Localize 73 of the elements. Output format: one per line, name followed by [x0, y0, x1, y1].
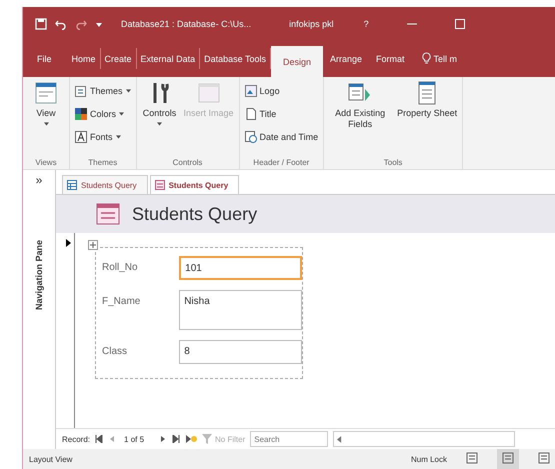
- tell-me-field[interactable]: Tell m: [434, 40, 458, 77]
- horizontal-scrollbar[interactable]: [333, 431, 515, 447]
- expand-button[interactable]: »: [36, 170, 42, 190]
- text-field[interactable]: Nisha: [179, 290, 302, 330]
- group-label: Tools: [382, 158, 404, 167]
- new-record-icon[interactable]: [185, 435, 198, 443]
- search-field[interactable]: Search: [250, 431, 328, 447]
- window-title: Database21 : Database- C:\Us...: [121, 18, 252, 28]
- first-record-icon[interactable]: [95, 435, 104, 443]
- form-view-icon: [34, 81, 58, 105]
- ribbon-button[interactable]: Fonts: [75, 127, 131, 147]
- last-record-icon[interactable]: [172, 435, 180, 443]
- themes-icon: [75, 85, 87, 97]
- ribbon-tab[interactable]: Arrange: [322, 40, 369, 77]
- dropdown-icon: [116, 135, 121, 139]
- view-button[interactable]: [497, 449, 519, 469]
- view-icon: [502, 452, 514, 464]
- dropdown-icon: [126, 89, 131, 93]
- funnel-icon: [202, 434, 212, 444]
- help-button[interactable]: ?: [364, 18, 369, 28]
- ribbon-button[interactable]: Property Sheet: [397, 81, 458, 119]
- document-tab[interactable]: Students Query: [150, 175, 240, 194]
- save-icon[interactable]: [35, 18, 47, 30]
- scroll-left-icon[interactable]: [337, 436, 342, 442]
- ribbon-button[interactable]: Date and Time: [244, 127, 318, 147]
- table-icon: [67, 180, 77, 190]
- next-record-icon[interactable]: [159, 435, 168, 443]
- ribbon-button[interactable]: View: [28, 81, 64, 126]
- record-label: Record:: [62, 434, 90, 444]
- calendar-clock-icon: [244, 131, 257, 143]
- view-icon: [538, 452, 550, 464]
- ribbon-tab[interactable]: Design: [270, 46, 323, 77]
- image-icon: [196, 81, 221, 105]
- ribbon-button[interactable]: Title: [244, 104, 318, 124]
- ribbon-button[interactable]: Controls: [142, 81, 178, 126]
- num-lock-indicator: Num Lock: [410, 454, 447, 464]
- user-name[interactable]: infokips pkl: [289, 18, 334, 28]
- field-label: F_Name: [101, 295, 142, 307]
- colors-icon: [75, 108, 87, 120]
- group-label: Controls: [172, 158, 204, 167]
- logo-icon: [244, 85, 257, 97]
- form-title: Students Query: [132, 204, 258, 224]
- document-tab[interactable]: Students Query: [62, 175, 148, 194]
- ribbon-button[interactable]: Add Existing Fields: [329, 81, 392, 130]
- ribbon-button[interactable]: Logo: [244, 81, 318, 101]
- group-label: Themes: [87, 158, 118, 167]
- form-icon: [154, 180, 165, 190]
- navigation-pane-label: Navigation Pane: [34, 240, 44, 310]
- group-label: Header / Footer: [252, 158, 310, 167]
- ribbon-tab[interactable]: Home: [68, 48, 101, 69]
- current-record-icon: [66, 239, 70, 247]
- view-icon: [466, 452, 478, 464]
- text-field[interactable]: 101: [179, 256, 302, 280]
- form-icon: [96, 203, 120, 225]
- ribbon-tab[interactable]: Format: [369, 40, 412, 77]
- field-label: Roll_No: [101, 261, 139, 273]
- dropdown-icon: [157, 122, 162, 126]
- ribbon-tab[interactable]: External Data: [136, 48, 200, 69]
- ribbon-tab[interactable]: File: [23, 40, 68, 77]
- dropdown-icon: [119, 112, 124, 116]
- font-icon: [75, 131, 87, 143]
- ribbon-button[interactable]: Colors: [75, 104, 131, 124]
- view-mode-text: Layout View: [29, 454, 72, 464]
- move-handle-icon[interactable]: [88, 240, 98, 250]
- field-label: Class: [101, 345, 128, 357]
- lightbulb-icon[interactable]: [422, 52, 431, 65]
- dropdown-icon: [44, 122, 48, 126]
- ribbon-tab[interactable]: Create: [100, 48, 137, 69]
- page-icon: [244, 108, 257, 120]
- maximize-icon[interactable]: [454, 18, 465, 28]
- ribbon-button[interactable]: Themes: [75, 81, 131, 101]
- text-field[interactable]: 8: [179, 340, 302, 364]
- group-label: Views: [34, 158, 58, 167]
